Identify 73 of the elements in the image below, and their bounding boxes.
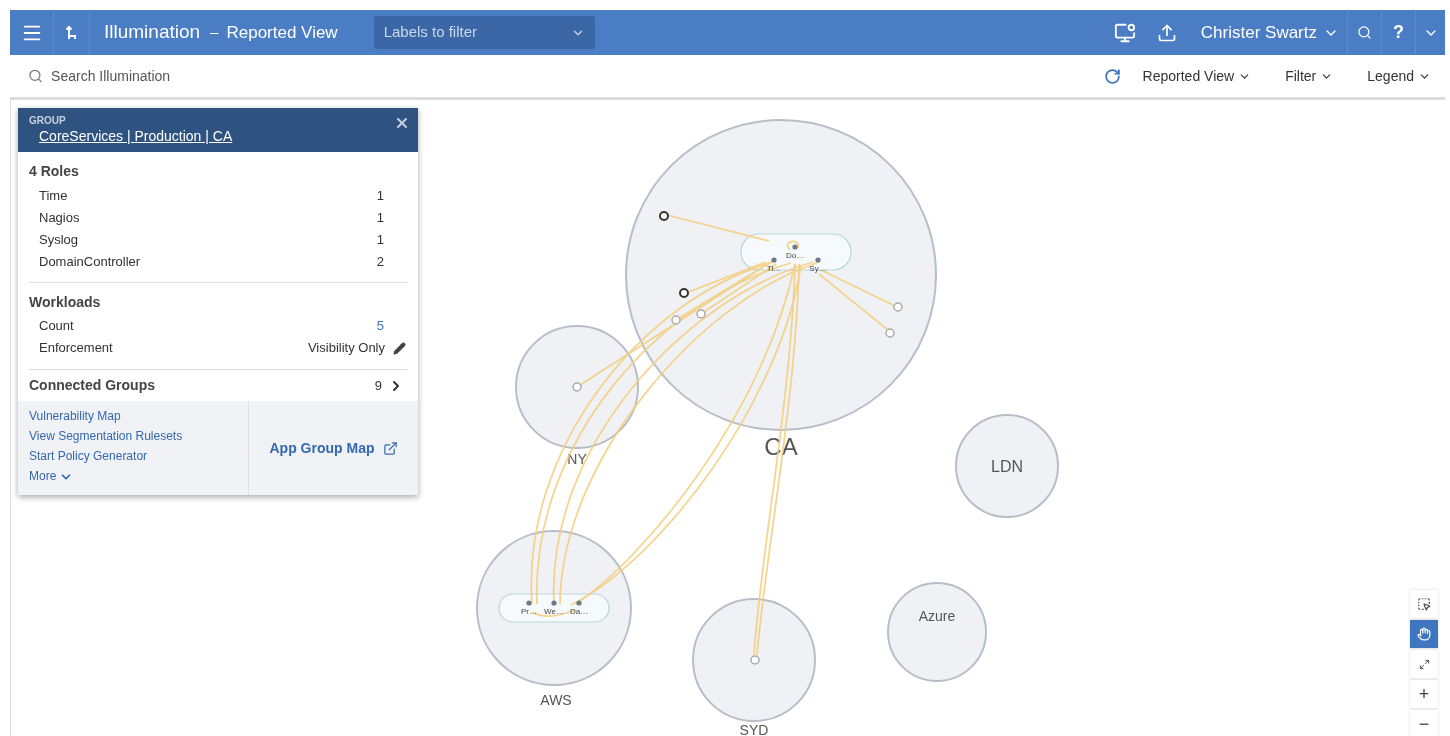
app-group-map-link[interactable]: App Group Map bbox=[269, 437, 398, 459]
workload-node[interactable] bbox=[893, 302, 903, 312]
action-link[interactable]: View Segmentation Rulesets bbox=[29, 429, 183, 444]
group-title-link[interactable]: CoreServices | Production | CA bbox=[39, 127, 233, 145]
fit-button[interactable] bbox=[1410, 650, 1438, 678]
edit-icon[interactable] bbox=[393, 341, 406, 355]
group-label: SYD bbox=[739, 722, 769, 736]
workload-node[interactable] bbox=[671, 315, 681, 325]
workload-node[interactable] bbox=[885, 328, 895, 338]
enforcement-label: Enforcement bbox=[39, 339, 113, 358]
external-link-icon bbox=[382, 440, 398, 456]
toolbar-menu[interactable]: Reported View bbox=[1142, 65, 1252, 87]
user-menu[interactable]: Christer Swartz bbox=[1200, 10, 1347, 55]
role-node[interactable]: Do… bbox=[785, 244, 805, 260]
selection-icon bbox=[1417, 597, 1431, 611]
label-filter-dropdown[interactable]: Labels to filter bbox=[373, 16, 595, 49]
select-tool-button[interactable] bbox=[1410, 590, 1438, 618]
refresh-icon[interactable] bbox=[1103, 67, 1121, 85]
app-title: Illumination bbox=[104, 20, 201, 45]
hand-icon bbox=[1417, 627, 1431, 641]
group-label: LDN bbox=[991, 458, 1023, 475]
workload-node[interactable] bbox=[696, 309, 706, 319]
group-circle[interactable] bbox=[955, 414, 1059, 518]
role-count: 1 bbox=[376, 231, 384, 250]
role-name: Syslog bbox=[39, 231, 79, 250]
role-count: 1 bbox=[376, 187, 384, 206]
roles-heading: 4 Roles bbox=[29, 162, 80, 181]
workload-node[interactable] bbox=[572, 382, 582, 392]
search-icon bbox=[1357, 25, 1372, 40]
group-circle[interactable] bbox=[515, 325, 639, 449]
return-arrow-icon bbox=[65, 24, 78, 41]
workload-node[interactable] bbox=[750, 655, 760, 665]
role-count: 1 bbox=[376, 209, 384, 228]
close-icon bbox=[394, 115, 410, 131]
role-node[interactable]: Sy… bbox=[809, 257, 827, 273]
group-label: AWS bbox=[540, 692, 572, 708]
close-button[interactable] bbox=[394, 115, 410, 131]
group-circle[interactable] bbox=[692, 598, 816, 722]
expand-icon bbox=[1418, 658, 1430, 670]
zoom-out-button[interactable]: − bbox=[1410, 710, 1438, 736]
zoom-in-button[interactable]: + bbox=[1410, 680, 1438, 708]
enforcement-value: Visibility Only bbox=[307, 339, 385, 358]
title-separator: – bbox=[210, 22, 219, 43]
role-count: 2 bbox=[376, 253, 384, 272]
workload-node[interactable] bbox=[659, 211, 669, 221]
more-link[interactable]: More bbox=[29, 469, 74, 484]
role-node[interactable]: Ti… bbox=[766, 257, 782, 273]
monitor-icon bbox=[1113, 21, 1136, 44]
search-field[interactable]: Search Illumination bbox=[51, 65, 428, 87]
role-node[interactable]: Da… bbox=[569, 600, 589, 616]
pan-tool-button[interactable] bbox=[1410, 620, 1438, 648]
role-name: Nagios bbox=[39, 209, 80, 228]
search-icon bbox=[28, 68, 44, 84]
workloads-heading: Workloads bbox=[29, 293, 102, 312]
toolbar-menu[interactable]: Legend bbox=[1367, 65, 1431, 87]
group-circle[interactable] bbox=[887, 582, 987, 682]
connected-groups-label: Connected Groups bbox=[29, 376, 155, 395]
upload-icon bbox=[1156, 22, 1177, 43]
group-label: Azure bbox=[918, 608, 956, 624]
workload-count-link[interactable]: 5 bbox=[376, 316, 384, 336]
action-link[interactable]: Vulnerability Map bbox=[29, 409, 121, 424]
role-node[interactable]: We… bbox=[544, 600, 564, 616]
connected-groups-count: 9 bbox=[374, 376, 382, 395]
workload-node[interactable] bbox=[679, 288, 689, 298]
role-node[interactable]: Pr… bbox=[521, 600, 537, 616]
help-button[interactable]: ? bbox=[1381, 10, 1415, 55]
role-name: DomainController bbox=[39, 253, 141, 272]
panel-kind-label: GROUP bbox=[29, 115, 66, 127]
count-label: Count bbox=[39, 317, 74, 336]
toolbar-menu[interactable]: Filter bbox=[1285, 65, 1334, 87]
role-name: Time bbox=[39, 187, 68, 206]
view-title: Reported View bbox=[226, 21, 338, 44]
action-link[interactable]: Start Policy Generator bbox=[29, 449, 148, 464]
